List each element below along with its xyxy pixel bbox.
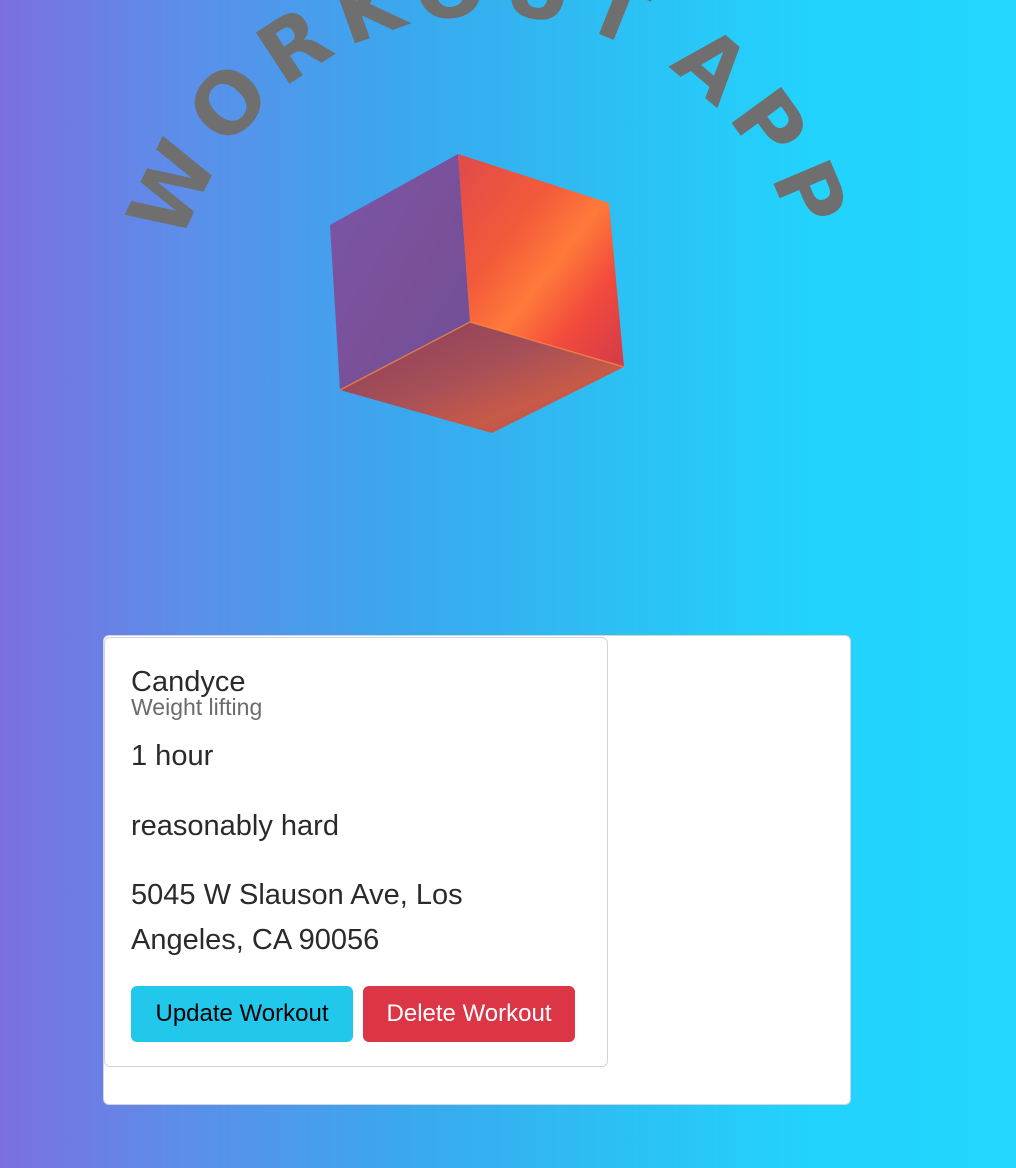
workout-card: Candyce Weight lifting 1 hour reasonably… bbox=[104, 637, 608, 1067]
workout-address: 5045 W Slauson Ave, Los Angeles, CA 9005… bbox=[131, 879, 463, 956]
workouts-panel: Candyce Weight lifting 1 hour reasonably… bbox=[103, 635, 851, 1105]
cube-graphic bbox=[330, 154, 625, 433]
workout-type: Weight lifting bbox=[131, 694, 263, 720]
workout-intensity: reasonably hard bbox=[131, 810, 339, 842]
hero-banner: WORKOUTAPP bbox=[0, 0, 1016, 470]
delete-workout-button[interactable]: Delete Workout bbox=[363, 986, 575, 1042]
workout-app-logo: WORKOUTAPP bbox=[109, 0, 871, 433]
workout-duration: 1 hour bbox=[131, 740, 214, 772]
update-workout-button[interactable]: Update Workout bbox=[131, 986, 353, 1042]
logo-text-app: APP bbox=[655, 7, 871, 252]
